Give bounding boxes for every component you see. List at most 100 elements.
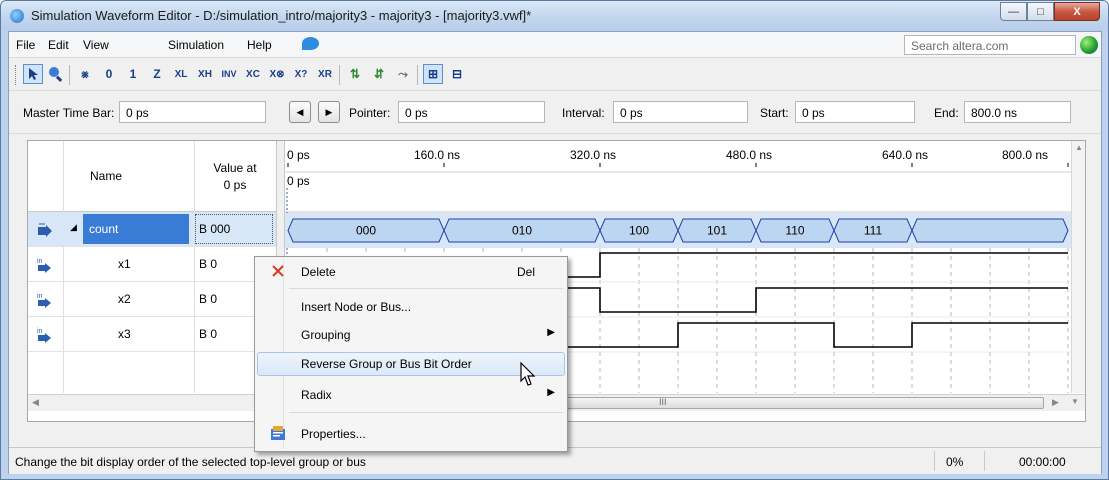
- previous-transition-button[interactable]: ◀: [289, 101, 311, 123]
- master-time-bar-label: Master Time Bar:: [23, 106, 115, 120]
- arbitrary-value-icon[interactable]: X?: [291, 64, 311, 84]
- minimize-icon: —: [1008, 5, 1019, 18]
- snap-to-grid-icon[interactable]: ⇵: [369, 64, 389, 84]
- table-row-x1[interactable]: in x1 B 0: [28, 247, 276, 282]
- title-bar[interactable]: Simulation Waveform Editor - D:/simulati…: [1, 1, 1108, 31]
- status-divider: [984, 451, 985, 471]
- node-value-count: B 000: [199, 222, 231, 236]
- name-column-header[interactable]: Name: [90, 169, 122, 183]
- context-separator: [289, 288, 563, 289]
- bus-value-label: 110: [785, 224, 804, 238]
- high-impedance-icon[interactable]: Z: [147, 64, 167, 84]
- properties-icon: [271, 426, 285, 440]
- weak-low-icon[interactable]: XL: [171, 64, 191, 84]
- bus-segment: [911, 218, 1069, 243]
- menu-file[interactable]: File: [16, 38, 35, 52]
- insert-time-icon[interactable]: ⊞: [423, 64, 443, 84]
- context-properties[interactable]: Properties...: [257, 422, 565, 446]
- menu-view[interactable]: View: [83, 38, 109, 52]
- context-menu: Delete Del Insert Node or Bus... Groupin…: [254, 256, 568, 452]
- input-pin-icon: in: [37, 328, 51, 343]
- bus-input-icon: [38, 223, 52, 237]
- time-tick-label: 800.0 ns: [1002, 148, 1048, 162]
- globe-icon[interactable]: [1080, 36, 1098, 54]
- table-row-count[interactable]: ◢ count B 000: [28, 212, 276, 247]
- minimize-button[interactable]: —: [1000, 2, 1027, 21]
- pointer-label: Pointer:: [349, 106, 391, 120]
- time-tick-label: 480.0 ns: [726, 148, 772, 162]
- clock-icon[interactable]: X⊗: [267, 64, 287, 84]
- time-tick-label: 320.0 ns: [570, 148, 616, 162]
- scroll-up-icon[interactable]: ▲: [1075, 143, 1083, 152]
- svg-text:in: in: [37, 293, 43, 300]
- table-row-x3[interactable]: in x3 B 0: [28, 317, 276, 352]
- next-transition-button[interactable]: ▶: [318, 101, 340, 123]
- random-values-icon[interactable]: XR: [315, 64, 335, 84]
- bus-value-label: 101: [707, 224, 727, 238]
- context-reverse-label: Reverse Group or Bus Bit Order: [301, 357, 472, 371]
- window-controls: — □ X: [1000, 2, 1100, 21]
- left-arrow-icon: ◀: [296, 106, 304, 117]
- mouse-cursor-icon: [520, 362, 536, 386]
- maximize-button[interactable]: □: [1027, 2, 1054, 21]
- count-value-icon[interactable]: XC: [243, 64, 263, 84]
- grid-size-icon[interactable]: ⊟: [447, 64, 467, 84]
- zoom-tool-icon[interactable]: [46, 64, 66, 84]
- time-tick-label: 640.0 ns: [882, 148, 928, 162]
- submenu-arrow-icon: ▶: [547, 387, 555, 398]
- input-pin-icon: in: [37, 293, 51, 308]
- node-value-x1: B 0: [199, 257, 218, 271]
- interval-label: Interval:: [562, 106, 605, 120]
- forcing-high-icon[interactable]: 1: [123, 64, 143, 84]
- menu-bar: File Edit View Simulation Help Search al…: [9, 32, 1101, 58]
- context-grouping[interactable]: Grouping ▶: [257, 323, 565, 347]
- time-bar: Master Time Bar: 0 ps ◀ ▶ Pointer: 0 ps …: [9, 92, 1101, 134]
- context-insert-label: Insert Node or Bus...: [301, 300, 412, 314]
- context-reverse-bit-order[interactable]: Reverse Group or Bus Bit Order: [257, 352, 565, 376]
- start-field[interactable]: 0 ps: [795, 101, 915, 123]
- scroll-right-icon[interactable]: ▶: [1052, 397, 1059, 408]
- master-time-bar-field[interactable]: 0 ps: [119, 101, 266, 123]
- toolbar-grip[interactable]: [15, 65, 18, 85]
- chat-icon[interactable]: [302, 37, 319, 50]
- vertical-scrollbar[interactable]: ▲: [1071, 141, 1085, 393]
- invert-icon[interactable]: INV: [219, 64, 239, 84]
- status-elapsed-time: 00:00:00: [1019, 455, 1066, 469]
- right-arrow-icon: ▶: [325, 106, 333, 117]
- scroll-left-icon[interactable]: ◀: [32, 397, 39, 408]
- context-insert-node[interactable]: Insert Node or Bus...: [257, 295, 565, 319]
- pointer-tool-icon[interactable]: [23, 64, 43, 84]
- interval-field[interactable]: 0 ps: [613, 101, 748, 123]
- menu-simulation[interactable]: Simulation: [168, 38, 224, 52]
- context-radix[interactable]: Radix ▶: [257, 383, 565, 407]
- search-input[interactable]: Search altera.com: [904, 35, 1076, 55]
- input-pin-icon: in: [37, 258, 51, 273]
- close-button[interactable]: X: [1054, 2, 1100, 21]
- weak-high-icon[interactable]: XH: [195, 64, 215, 84]
- bus-value-label: 010: [512, 224, 532, 238]
- scroll-grip-icon: III: [659, 397, 667, 407]
- pointer-field[interactable]: 0 ps: [398, 101, 545, 123]
- table-row-x2[interactable]: in x2 B 0: [28, 282, 276, 317]
- submenu-arrow-icon: ▶: [547, 327, 555, 338]
- table-header: Name Value at 0 ps: [28, 141, 276, 212]
- context-delete-label: Delete: [301, 265, 336, 279]
- menu-help[interactable]: Help: [247, 38, 272, 52]
- scroll-down-icon[interactable]: ▼: [1071, 397, 1079, 406]
- overwrite-clock-icon[interactable]: ⇅: [345, 64, 365, 84]
- sort-icon[interactable]: ⤳: [393, 64, 413, 84]
- node-value-x3: B 0: [199, 327, 218, 341]
- forcing-low-icon[interactable]: 0: [99, 64, 119, 84]
- end-field[interactable]: 800.0 ns: [964, 101, 1071, 123]
- end-label: End:: [934, 106, 959, 120]
- context-delete[interactable]: Delete Del: [257, 260, 565, 284]
- bus-value-label: 111: [864, 224, 883, 238]
- value-column-header[interactable]: Value at 0 ps: [200, 161, 270, 192]
- menu-edit[interactable]: Edit: [48, 38, 69, 52]
- window-title: Simulation Waveform Editor - D:/simulati…: [31, 8, 532, 23]
- value-header-line1: Value at: [213, 161, 257, 175]
- toolbar-separator: [69, 65, 70, 85]
- forcing-unknown-icon[interactable]: ⨳: [75, 64, 95, 84]
- expand-arrow-icon[interactable]: ◢: [70, 222, 77, 233]
- node-name-count[interactable]: count: [83, 214, 189, 244]
